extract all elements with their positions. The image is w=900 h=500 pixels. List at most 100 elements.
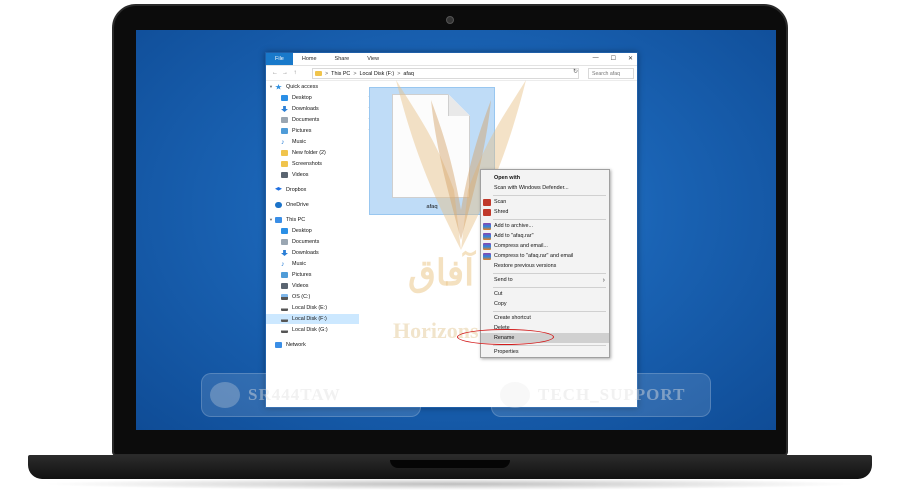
- sidebar-item-local-disk-f[interactable]: Local Disk (F:): [266, 314, 359, 324]
- sidebar-item-videos[interactable]: Videos: [281, 170, 308, 180]
- menu-separator: [493, 195, 606, 196]
- menu-item-add-archive[interactable]: Add to archive...: [481, 221, 609, 231]
- sidebar-item-network[interactable]: Network: [275, 340, 306, 350]
- menu-item-scan-defender[interactable]: Scan with Windows Defender...: [481, 183, 609, 193]
- sidebar-item-this-pc[interactable]: This PC: [275, 215, 305, 225]
- shield-icon: [483, 208, 491, 216]
- menu-separator: [493, 219, 606, 220]
- menu-item-send-to[interactable]: Send to ›: [481, 275, 609, 285]
- videos-icon: [281, 172, 288, 178]
- sidebar-item-quick-access[interactable]: Quick access: [275, 82, 318, 92]
- menu-item-compress-email[interactable]: Compress and email...: [481, 241, 609, 251]
- sidebar-item-pc-desktop[interactable]: Desktop: [281, 226, 312, 236]
- sidebar-item-local-disk-e[interactable]: Local Disk (E:): [281, 303, 327, 313]
- path-separator: >: [325, 70, 329, 77]
- up-arrow-icon[interactable]: ↑: [290, 70, 300, 76]
- sidebar-item-pictures[interactable]: Pictures ✦: [281, 126, 372, 136]
- star-icon: [275, 84, 282, 90]
- laptop-mockup: File Home Share View — ☐ ✕ ← → ↑ > This …: [0, 0, 900, 500]
- watermark-badge-right: TECH_SUPPORT: [491, 373, 711, 417]
- window-controls: — ☐ ✕: [593, 55, 633, 62]
- maximize-icon[interactable]: ☐: [611, 55, 616, 62]
- documents-icon: [281, 117, 288, 123]
- pictures-icon: [281, 272, 288, 278]
- drive-icon: [281, 327, 288, 333]
- menu-item-add-rar[interactable]: Add to "afaq.rar": [481, 231, 609, 241]
- drive-icon: [281, 305, 288, 311]
- desktop-icon: [281, 228, 288, 234]
- path-separator: >: [353, 70, 357, 77]
- sidebar-item-documents[interactable]: Documents ✦: [281, 115, 372, 125]
- menu-separator: [493, 311, 606, 312]
- music-note-icon: ♪: [281, 139, 285, 146]
- close-icon[interactable]: ✕: [628, 55, 633, 62]
- winrar-icon: [483, 222, 491, 230]
- sidebar-item-music[interactable]: ♪ Music: [281, 137, 306, 147]
- menu-item-shred[interactable]: Shred: [481, 207, 609, 217]
- highlight-ellipse: [457, 329, 554, 345]
- folder-icon: [281, 150, 288, 156]
- chevron-right-icon: ›: [602, 276, 605, 284]
- sidebar-item-pc-pictures[interactable]: Pictures: [281, 270, 311, 280]
- chat-bubble-icon: [210, 382, 240, 408]
- sidebar-item-desktop[interactable]: Desktop ✦: [281, 93, 372, 103]
- dropbox-icon: [275, 187, 282, 191]
- watermark-badge-left: SR444TAW: [201, 373, 421, 417]
- winrar-icon: [483, 232, 491, 240]
- menu-item-scan[interactable]: Scan: [481, 197, 609, 207]
- computer-icon: [275, 217, 282, 223]
- winrar-icon: [483, 252, 491, 260]
- download-arrow-icon: [281, 250, 288, 256]
- menu-separator: [493, 345, 606, 346]
- menu-item-copy[interactable]: Copy: [481, 299, 609, 309]
- paper-plane-icon: [500, 382, 530, 408]
- tab-share[interactable]: Share: [326, 53, 359, 65]
- sidebar-item-screenshots[interactable]: Screenshots: [281, 159, 322, 169]
- drive-icon: [281, 316, 288, 322]
- refresh-icon[interactable]: ↻: [573, 68, 578, 75]
- menu-item-restore-versions[interactable]: Restore previous versions: [481, 261, 609, 271]
- menu-item-cut[interactable]: Cut: [481, 289, 609, 299]
- menu-separator: [493, 273, 606, 274]
- breadcrumb-this-pc[interactable]: This PC: [331, 71, 350, 77]
- sidebar-item-new-folder-2[interactable]: New folder (2): [281, 148, 326, 158]
- cloud-icon: [275, 202, 282, 208]
- drive-icon: [281, 294, 288, 300]
- sidebar-item-pc-documents[interactable]: Documents: [281, 237, 319, 247]
- folder-icon: [281, 161, 288, 167]
- tab-home[interactable]: Home: [293, 53, 326, 65]
- back-arrow-icon[interactable]: ←: [270, 70, 280, 76]
- sidebar-item-pc-music[interactable]: ♪ Music: [281, 259, 306, 269]
- tab-file[interactable]: File: [266, 53, 293, 65]
- laptop-notch: [390, 460, 510, 468]
- menu-item-compress-rar-email[interactable]: Compress to "afaq.rar" and email: [481, 251, 609, 261]
- sidebar-item-local-disk-g[interactable]: Local Disk (G:): [281, 325, 328, 335]
- desktop-icon: [281, 95, 288, 101]
- sidebar-item-downloads[interactable]: Downloads ✦: [281, 104, 372, 114]
- videos-icon: [281, 283, 288, 289]
- download-arrow-icon: [281, 106, 288, 112]
- chevron-down-icon[interactable]: ▼: [269, 84, 273, 89]
- laptop-shadow: [40, 478, 860, 490]
- desktop-screen: File Home Share View — ☐ ✕ ← → ↑ > This …: [136, 30, 776, 430]
- sidebar-item-dropbox[interactable]: Dropbox: [275, 185, 306, 195]
- sidebar-item-os-c[interactable]: OS (C:): [281, 292, 310, 302]
- sidebar-item-pc-videos[interactable]: Videos: [281, 281, 308, 291]
- pictures-icon: [281, 128, 288, 134]
- search-input[interactable]: Search afaq: [588, 68, 634, 79]
- documents-icon: [281, 239, 288, 245]
- music-note-icon: ♪: [281, 261, 285, 268]
- watermark-arabic-logo: آفاق: [408, 253, 475, 293]
- forward-arrow-icon[interactable]: →: [280, 70, 290, 76]
- network-icon: [275, 342, 282, 348]
- shield-icon: [483, 198, 491, 206]
- menu-item-create-shortcut[interactable]: Create shortcut: [481, 313, 609, 323]
- menu-item-open-with[interactable]: Open with: [481, 173, 609, 183]
- sidebar-item-pc-downloads[interactable]: Downloads: [281, 248, 319, 258]
- chevron-down-icon[interactable]: ▼: [269, 217, 273, 222]
- minimize-icon[interactable]: —: [593, 55, 599, 62]
- menu-separator: [493, 287, 606, 288]
- sidebar-item-onedrive[interactable]: OneDrive: [275, 200, 309, 210]
- navigation-pane: ▼ Quick access Desktop ✦ Downloads ✦: [266, 82, 372, 408]
- menu-item-properties[interactable]: Properties: [481, 347, 609, 357]
